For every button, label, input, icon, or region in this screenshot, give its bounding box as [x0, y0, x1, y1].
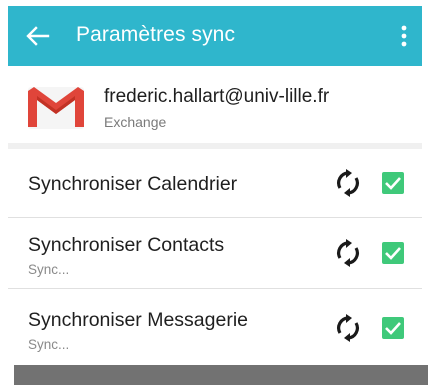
account-type: Exchange [104, 114, 167, 130]
sync-row-mail[interactable]: Synchroniser Messagerie Sync... [8, 289, 422, 365]
sync-row-label: Synchroniser Messagerie [28, 309, 249, 331]
page-title: Paramètres sync [76, 23, 236, 46]
sync-icon[interactable] [335, 239, 361, 267]
sync-checkbox[interactable] [382, 317, 404, 339]
back-button[interactable] [20, 18, 56, 54]
more-vert-icon [401, 25, 407, 47]
sync-row-status: Sync... [28, 337, 70, 352]
checkmark-icon [385, 247, 401, 260]
sync-settings-screen: Paramètres sync frederic.hallart@univ-li… [8, 6, 422, 385]
sync-row-label: Synchroniser Calendrier [28, 173, 238, 195]
sync-row-calendar[interactable]: Synchroniser Calendrier [8, 149, 422, 217]
sync-checkbox[interactable] [382, 242, 404, 264]
account-email: frederic.hallart@univ-lille.fr [104, 86, 330, 107]
arrow-left-icon [26, 26, 50, 46]
more-options-button[interactable] [390, 18, 418, 54]
sync-row-label: Synchroniser Contacts [28, 234, 225, 256]
sync-icon[interactable] [335, 169, 361, 197]
sync-icon[interactable] [335, 314, 361, 342]
checkmark-icon [385, 177, 401, 190]
sync-row-contacts[interactable]: Synchroniser Contacts Sync... [8, 218, 422, 288]
sync-checkbox[interactable] [382, 172, 404, 194]
sync-row-status: Sync... [28, 262, 70, 277]
checkmark-icon [385, 322, 401, 335]
account-header: frederic.hallart@univ-lille.fr Exchange [8, 66, 422, 143]
bottom-bar [14, 365, 428, 385]
app-bar: Paramètres sync [8, 6, 422, 66]
gmail-icon [28, 87, 84, 129]
